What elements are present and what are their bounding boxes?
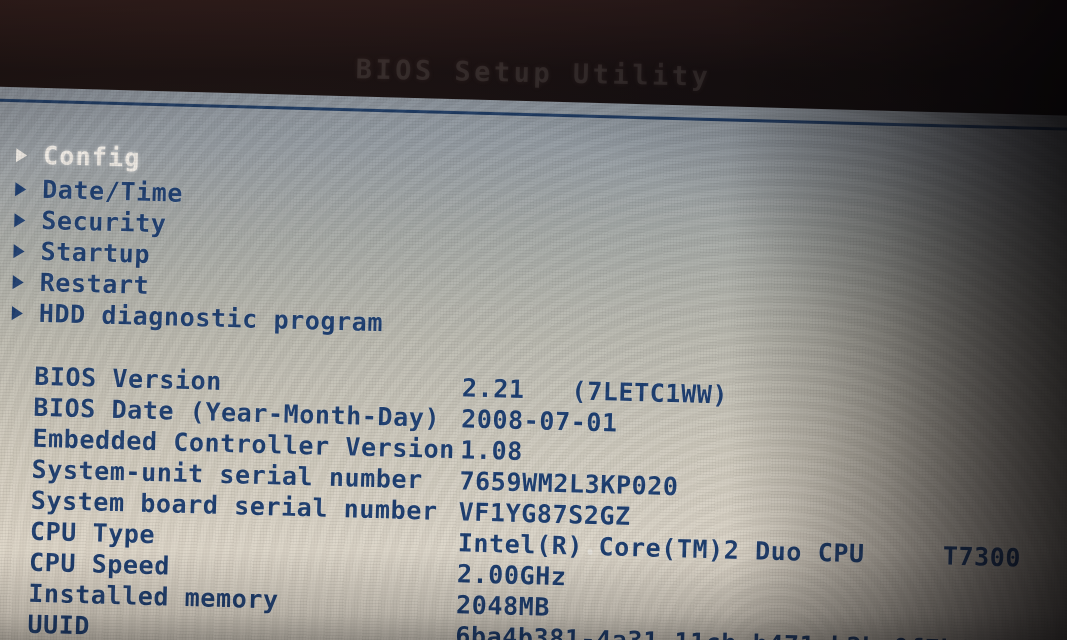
menu-item-label: Startup [40, 236, 151, 269]
bios-setup-screenshot: BIOS Setup Utility Config Date/Time Secu… [0, 0, 1067, 640]
menu-item-label: Config [42, 140, 142, 173]
system-info-table: BIOS Version 2.21 (7LETC1WW) BIOS Date (… [27, 361, 1067, 640]
triangle-right-icon [11, 305, 24, 320]
main-menu: Config Date/Time Security Startup Restar [9, 139, 1067, 358]
info-value: 2.00GHz [456, 559, 567, 592]
triangle-right-icon [15, 147, 28, 163]
menu-item-label: Restart [39, 267, 150, 300]
menu-item-label: Security [40, 205, 167, 239]
bios-content: Config Date/Time Security Startup Restar [0, 139, 1067, 640]
triangle-right-icon [12, 274, 24, 289]
triangle-right-icon [14, 212, 26, 227]
bios-screen: Config Date/Time Security Startup Restar [0, 86, 1067, 640]
triangle-right-icon [13, 243, 25, 258]
info-value: VF1YG87S2GZ [458, 497, 632, 531]
menu-item-label: Date/Time [41, 174, 184, 208]
triangle-right-icon [15, 181, 27, 197]
info-value: 1.08 [459, 435, 524, 467]
info-value: 2008-07-01 [460, 404, 619, 438]
info-value: 2048MB [455, 590, 551, 622]
